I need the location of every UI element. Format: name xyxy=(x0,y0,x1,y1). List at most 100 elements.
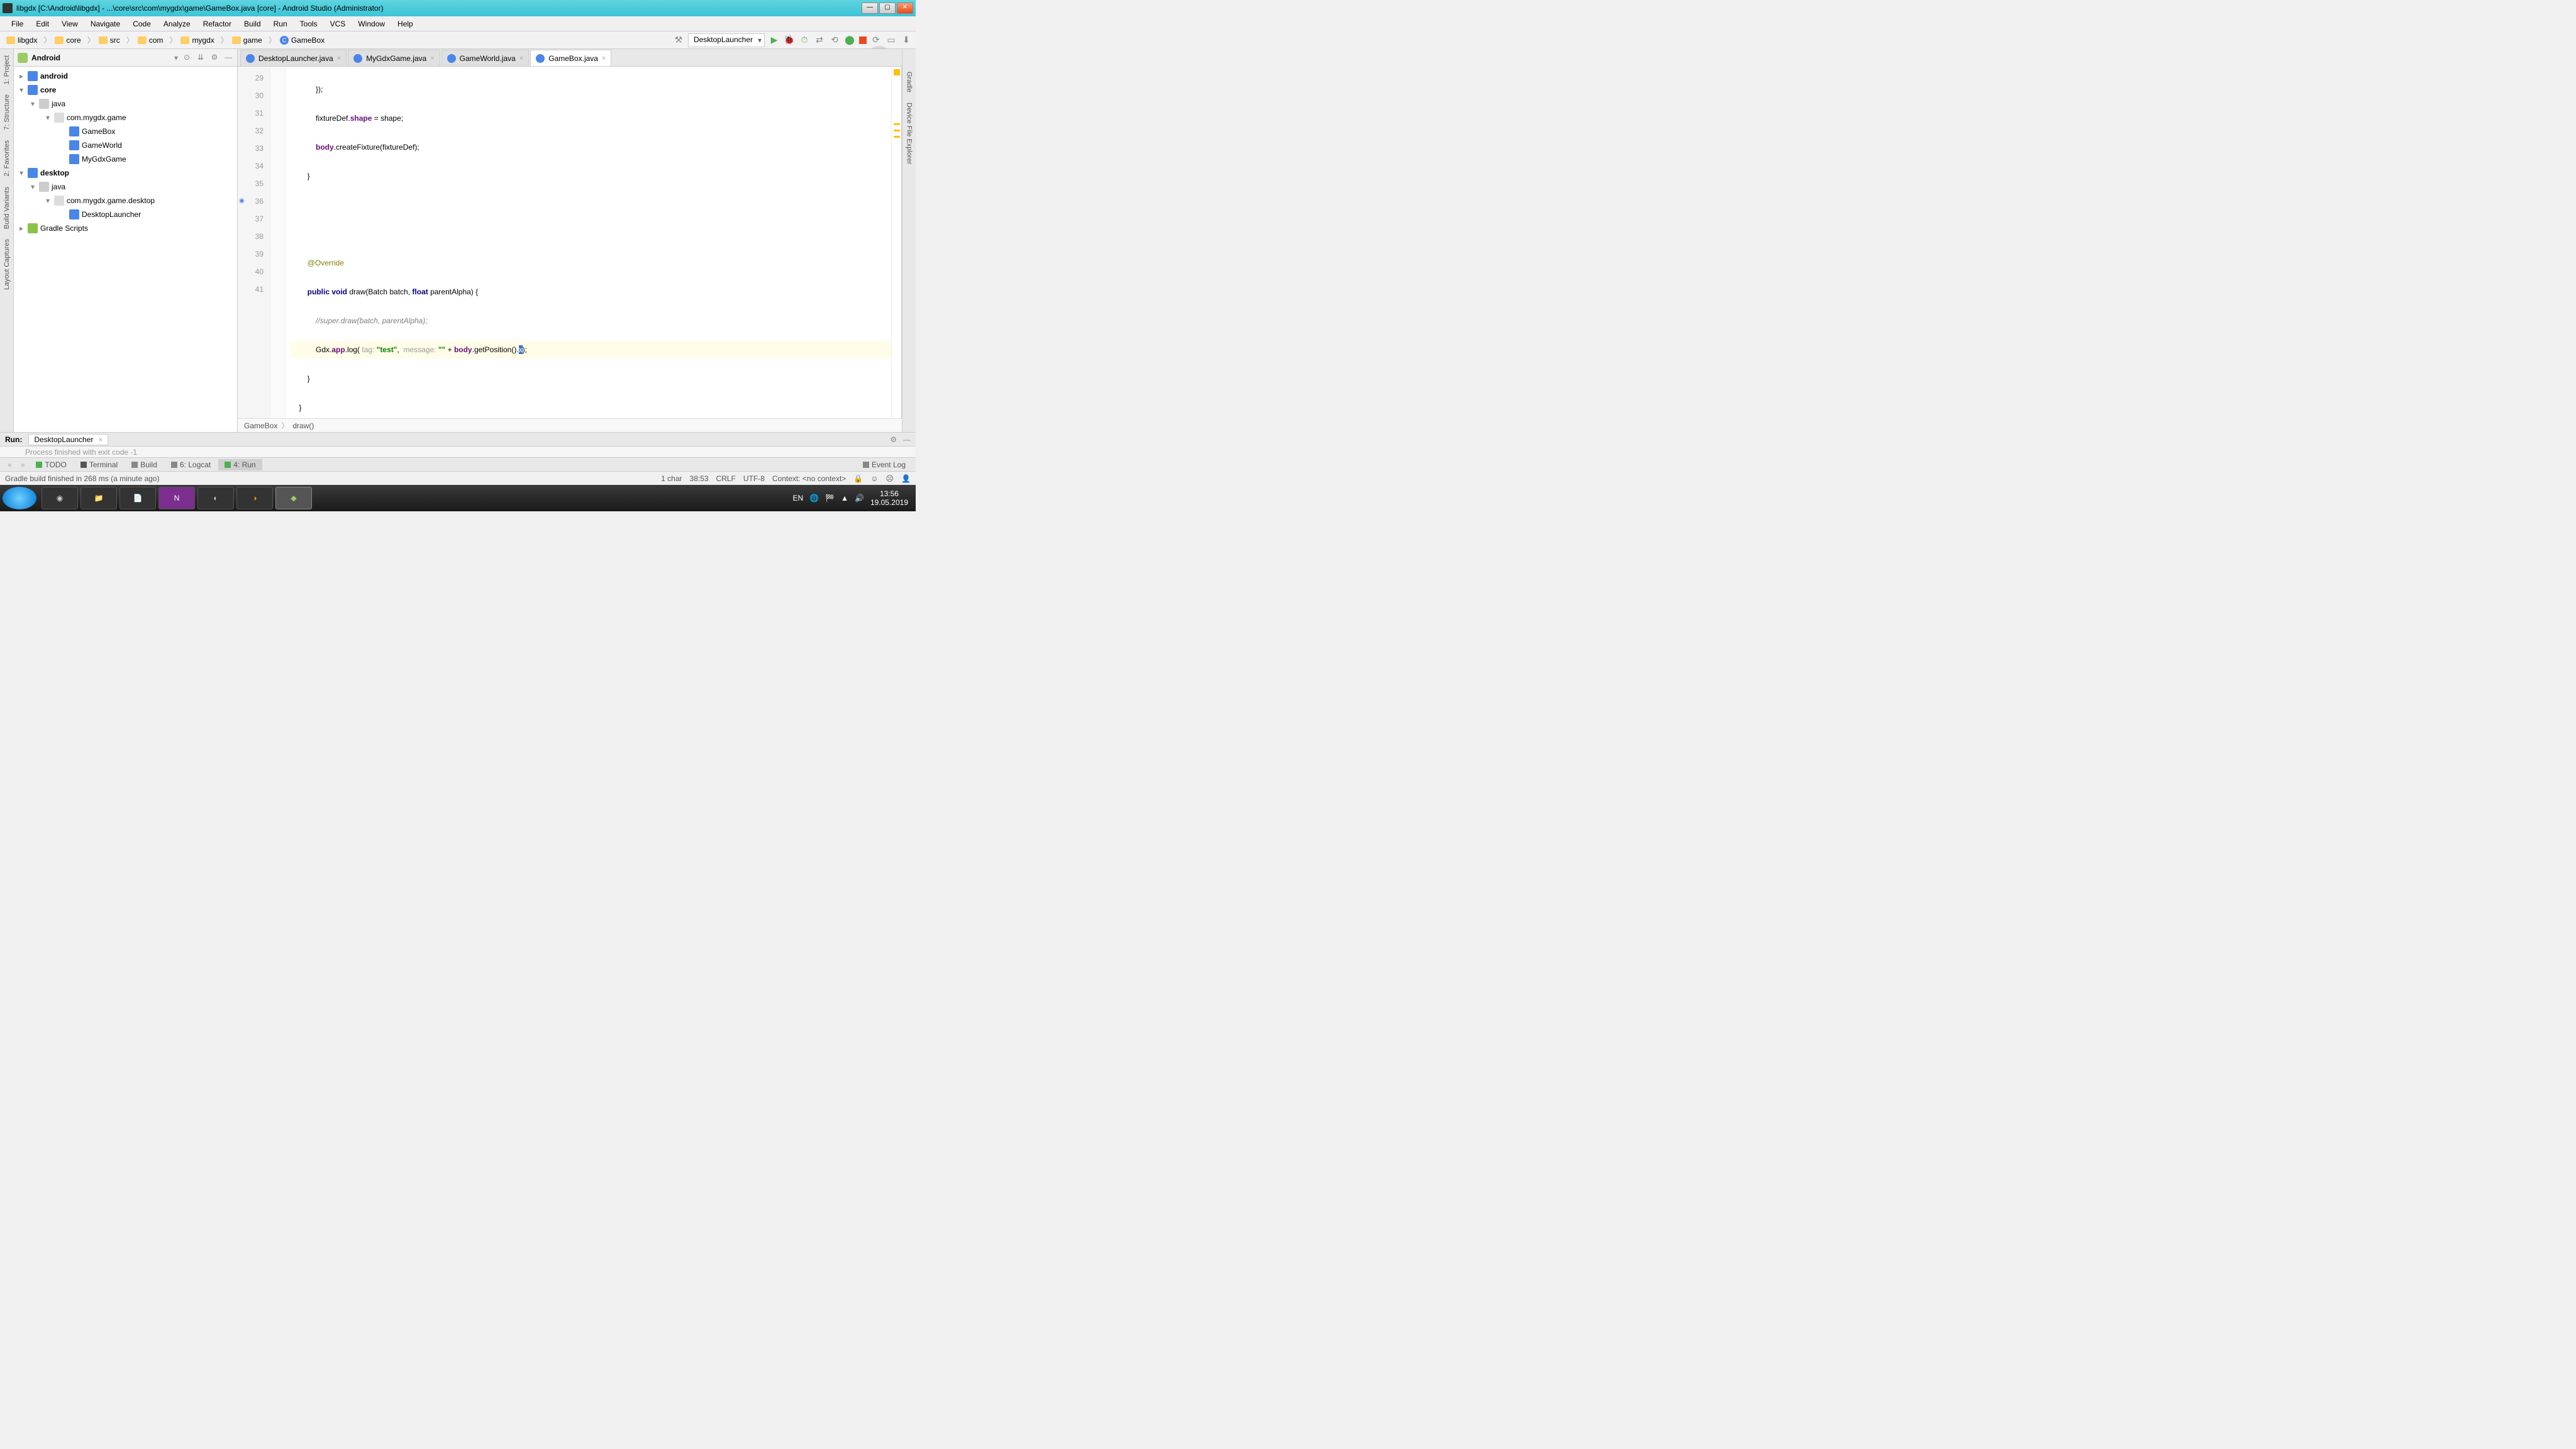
crumb-core[interactable]: core xyxy=(52,35,83,46)
status-context[interactable]: Context: <no context> xyxy=(772,474,846,483)
task-androidstudio[interactable]: ◆ xyxy=(275,487,312,509)
btab-terminal[interactable]: Terminal xyxy=(74,459,124,470)
run-config-select[interactable]: DesktopLauncher xyxy=(688,33,765,47)
tab-desktoplauncher[interactable]: DesktopLauncher.java× xyxy=(240,50,347,66)
tree-class-mygdxgame[interactable]: MyGdxGame xyxy=(14,152,237,166)
tree-desktop-pkg[interactable]: ▾com.mygdx.game.desktop xyxy=(14,194,237,208)
task-firefox[interactable]: ◑ xyxy=(236,487,273,509)
start-button[interactable] xyxy=(3,487,36,509)
nav-left-icon[interactable]: « xyxy=(4,460,16,469)
run-tab-desktoplauncher[interactable]: DesktopLauncher× xyxy=(28,434,108,445)
minimize-button[interactable]: — xyxy=(862,3,878,14)
close-icon[interactable]: × xyxy=(602,55,606,62)
adb-button[interactable]: ⬤ xyxy=(844,35,855,46)
profile-button[interactable]: ⏱ xyxy=(799,35,810,46)
task-obs[interactable]: ◉ xyxy=(42,487,78,509)
menu-view[interactable]: View xyxy=(55,18,84,30)
menu-file[interactable]: File xyxy=(5,18,30,30)
menu-run[interactable]: Run xyxy=(267,18,294,30)
sidetab-captures[interactable]: Layout Captures xyxy=(2,235,12,294)
system-tray[interactable]: EN 🌐 🏁 ▲ 🔊 13:56 19.05.2019 xyxy=(793,489,913,507)
sidetab-buildvariants[interactable]: Build Variants xyxy=(2,183,12,233)
error-stripe[interactable] xyxy=(891,67,901,418)
target-icon[interactable]: ⊙ xyxy=(182,53,192,63)
hide-icon[interactable]: — xyxy=(903,435,911,444)
menu-help[interactable]: Help xyxy=(391,18,419,30)
crumb-com[interactable]: com xyxy=(135,35,166,46)
menu-code[interactable]: Code xyxy=(126,18,157,30)
hide-icon[interactable]: — xyxy=(223,53,233,63)
tree-core-java[interactable]: ▾java xyxy=(14,97,237,111)
sidetab-favorites[interactable]: 2: Favorites xyxy=(2,136,12,180)
menu-analyze[interactable]: Analyze xyxy=(157,18,197,30)
task-onenote[interactable]: N xyxy=(158,487,195,509)
task-chrome[interactable]: ◐ xyxy=(197,487,234,509)
close-icon[interactable]: × xyxy=(337,55,341,62)
gear-icon[interactable]: ⚙ xyxy=(890,435,897,444)
face-icon[interactable]: ☺ xyxy=(870,474,878,483)
tab-mygdxgame[interactable]: MyGdxGame.java× xyxy=(348,50,440,66)
crumb-class[interactable]: GameBox xyxy=(244,421,277,430)
task-explorer[interactable]: 📁 xyxy=(80,487,117,509)
tab-gameworld[interactable]: GameWorld.java× xyxy=(441,50,530,66)
btab-build[interactable]: Build xyxy=(125,459,164,470)
maximize-button[interactable]: ▢ xyxy=(879,3,896,14)
menu-navigate[interactable]: Navigate xyxy=(84,18,126,30)
close-button[interactable]: ✕ xyxy=(897,3,913,14)
btab-run[interactable]: 4: Run xyxy=(218,459,262,470)
run-button[interactable]: ▶ xyxy=(769,35,780,46)
menu-tools[interactable]: Tools xyxy=(294,18,324,30)
tree-core-pkg[interactable]: ▾com.mygdx.game xyxy=(14,111,237,125)
menu-refactor[interactable]: Refactor xyxy=(197,18,238,30)
crumb-mygdx[interactable]: mygdx xyxy=(178,35,216,46)
status-encoding[interactable]: UTF-8 xyxy=(743,474,765,483)
close-icon[interactable]: × xyxy=(430,55,434,62)
tree-gradle[interactable]: ▸Gradle Scripts xyxy=(14,221,237,235)
tree-desktop[interactable]: ▾desktop xyxy=(14,166,237,180)
nav-right-icon[interactable]: » xyxy=(17,460,29,469)
face-icon[interactable]: ☹ xyxy=(886,474,894,483)
crumb-method[interactable]: draw() xyxy=(292,421,314,430)
tray-tray-icon[interactable]: ▲ xyxy=(841,494,848,502)
menu-edit[interactable]: Edit xyxy=(30,18,55,30)
sidetab-project[interactable]: 1: Project xyxy=(2,52,12,88)
tree-core[interactable]: ▾core xyxy=(14,83,237,97)
menu-window[interactable]: Window xyxy=(352,18,391,30)
warning-mark[interactable] xyxy=(894,123,900,125)
menu-build[interactable]: Build xyxy=(238,18,267,30)
sync-button[interactable]: ⟳ xyxy=(870,35,882,46)
code-body[interactable]: }); fixtureDef.shape = shape; body.creat… xyxy=(286,67,891,418)
analysis-indicator[interactable] xyxy=(894,69,900,75)
debug-button[interactable]: 🐞 xyxy=(784,35,795,46)
sidetab-structure[interactable]: 7: Structure xyxy=(2,91,12,134)
menu-vcs[interactable]: VCS xyxy=(324,18,352,30)
btab-todo[interactable]: TODO xyxy=(30,459,72,470)
tray-clock[interactable]: 13:56 19.05.2019 xyxy=(870,489,908,507)
project-view-label[interactable]: Android xyxy=(31,53,170,62)
status-eol[interactable]: CRLF xyxy=(716,474,736,483)
btab-eventlog[interactable]: Event Log xyxy=(857,459,912,470)
tray-network-icon[interactable]: 🌐 xyxy=(809,494,819,502)
btab-logcat[interactable]: 6: Logcat xyxy=(165,459,217,470)
tree-android[interactable]: ▸android xyxy=(14,69,237,83)
crumb-libgdx[interactable]: libgdx xyxy=(4,35,40,46)
sidetab-device-explorer[interactable]: Device File Explorer xyxy=(904,99,914,168)
run-output[interactable]: Process finished with exit code -1 xyxy=(0,447,916,457)
tree-class-desktoplauncher[interactable]: DesktopLauncher xyxy=(14,208,237,221)
tree-class-gameworld[interactable]: GameWorld xyxy=(14,138,237,152)
close-icon[interactable]: × xyxy=(98,435,103,444)
crumb-gamebox[interactable]: CGameBox xyxy=(277,35,327,46)
tree-class-gamebox[interactable]: GameBox xyxy=(14,125,237,138)
warning-mark[interactable] xyxy=(894,136,900,138)
warning-mark[interactable] xyxy=(894,130,900,131)
tray-flag-icon[interactable]: 🏁 xyxy=(825,494,835,502)
sdk-button[interactable]: ⬇ xyxy=(901,35,912,46)
crumb-game[interactable]: game xyxy=(230,35,265,46)
tray-lang[interactable]: EN xyxy=(793,494,804,502)
crumb-src[interactable]: src xyxy=(96,35,123,46)
close-icon[interactable]: × xyxy=(519,55,523,62)
tab-gamebox[interactable]: GameBox.java× xyxy=(530,50,611,66)
gear-icon[interactable]: ⚙ xyxy=(209,53,219,63)
avd-button[interactable]: ▭ xyxy=(886,35,897,46)
code-editor[interactable]: 29303132333435 363738394041 }); fixtureD… xyxy=(238,67,902,418)
